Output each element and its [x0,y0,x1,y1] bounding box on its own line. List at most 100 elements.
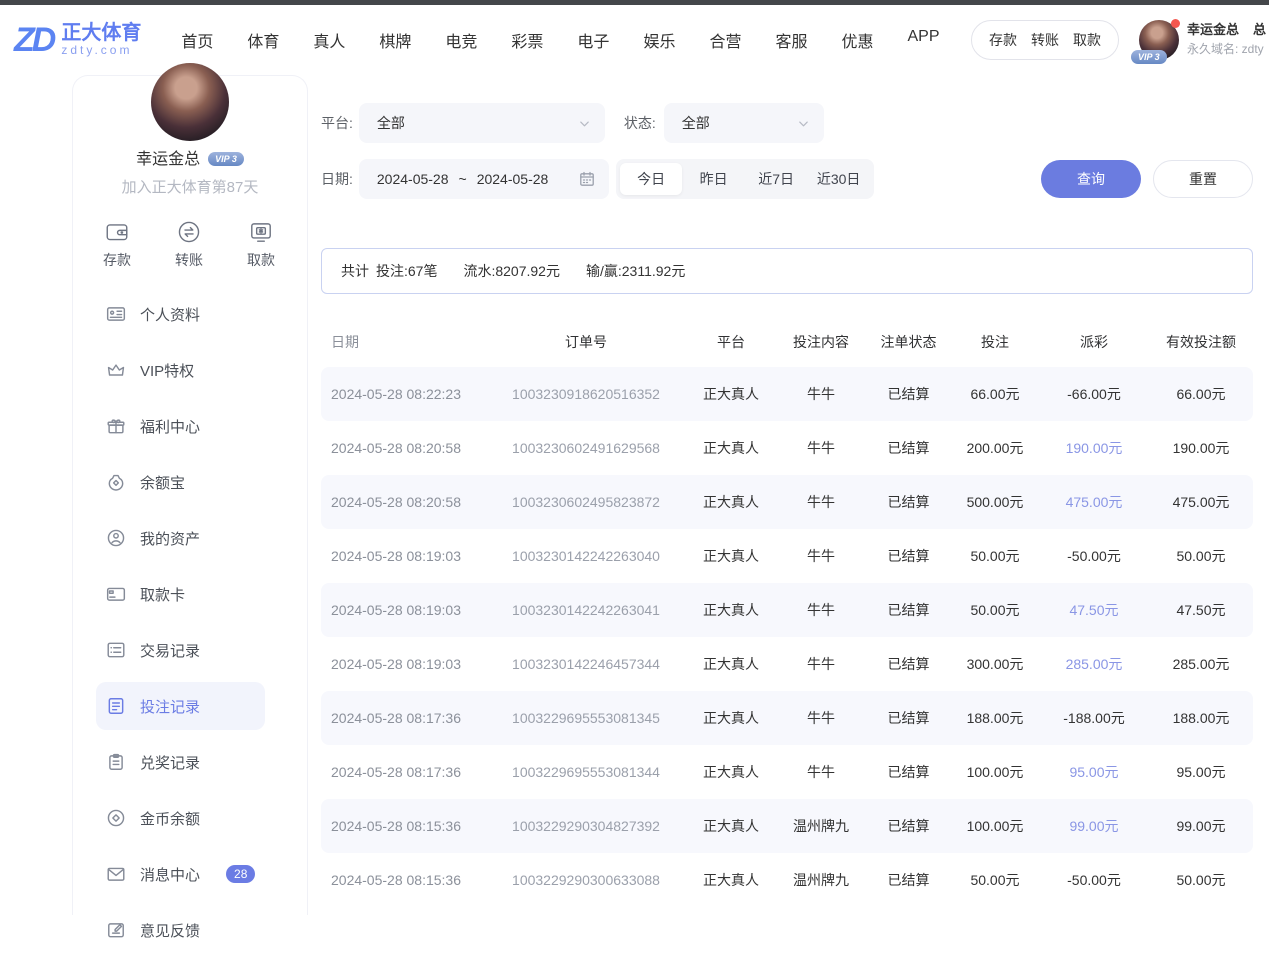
sidebar-item-profile[interactable]: 个人资料 [73,286,307,342]
sidebar-item-label: 意见反馈 [140,920,200,941]
sidebar-item-label: 个人资料 [140,304,200,325]
cell-platform: 正大真人 [686,600,776,620]
nav-item-app[interactable]: APP [908,28,940,52]
cell-valid: 188.00元 [1149,708,1253,728]
sidebar-menu: 个人资料 VIP特权 福利中心 余额宝 我的资产 取款卡 交易记录 投注记录 [73,286,307,958]
range-30days-button[interactable]: 近30日 [807,163,870,195]
cell-status: 已结算 [866,438,951,458]
nav-item-entertainment[interactable]: 娱乐 [643,28,675,52]
cell-bet: 100.00元 [951,816,1039,836]
cell-status: 已结算 [866,708,951,728]
profile-avatar[interactable] [151,63,229,141]
cell-platform: 正大真人 [686,762,776,782]
sidebar-item-welfare[interactable]: 福利中心 [73,398,307,454]
cell-bet: 188.00元 [951,708,1039,728]
nav-item-electronic[interactable]: 电子 [577,28,609,52]
site-logo[interactable]: ZD 正大体育 zdty.com [14,22,141,57]
notification-dot [1171,19,1180,28]
cell-bet: 100.00元 [951,762,1039,782]
status-select[interactable]: 全部 [664,103,824,143]
col-platform: 平台 [686,332,776,352]
cell-order: 1003230602495823872 [486,494,686,510]
query-button[interactable]: 查询 [1041,160,1141,198]
sidebar-item-assets[interactable]: 我的资产 [73,510,307,566]
cell-payout: 47.50元 [1039,600,1149,620]
sidebar-item-redeem-records[interactable]: 兑奖记录 [73,734,307,790]
cell-status: 已结算 [866,816,951,836]
nav-item-joint[interactable]: 合营 [709,28,741,52]
withdraw-button[interactable]: 取款 [239,219,283,270]
sidebar-item-bet-records[interactable]: 投注记录 [96,682,265,730]
main-content: 平台: 全部 状态: 全部 日期: 2024-05-28 ~ 2024-05-2… [321,75,1253,907]
sidebar-item-label: 投注记录 [140,696,200,717]
sidebar-item-yuebao[interactable]: 余额宝 [73,454,307,510]
sidebar-item-messages[interactable]: 消息中心 28 [73,846,307,902]
sidebar-item-vip[interactable]: VIP特权 [73,342,307,398]
header-user[interactable]: VIP 3 幸运金总总 永久域名: zdty [1139,20,1269,60]
cell-order: 1003229695553081344 [486,764,686,780]
date-to: 2024-05-28 [477,171,549,187]
id-card-icon [106,304,126,324]
platform-value: 全部 [377,113,578,133]
nav-item-service[interactable]: 客服 [775,28,807,52]
range-yesterday-button[interactable]: 昨日 [682,163,745,195]
vip-badge: VIP 3 [1131,50,1167,64]
sidebar-quick-actions: 存款 转账 取款 [73,219,307,270]
cell-payout: 99.00元 [1039,816,1149,836]
date-range-input[interactable]: 2024-05-28 ~ 2024-05-28 [359,159,609,199]
nav-item-chess[interactable]: 棋牌 [379,28,411,52]
nav-item-esports[interactable]: 电竞 [445,28,477,52]
col-date: 日期 [321,332,486,352]
sidebar-item-feedback[interactable]: 意见反馈 [73,902,307,958]
summary-total-label: 共计 [341,261,369,281]
date-separator: ~ [459,171,467,187]
transfer-link[interactable]: 转账 [1031,30,1059,50]
sidebar-item-label: 消息中心 [140,864,200,885]
table-row: 2024-05-28 08:20:58 1003230602491629568 … [321,421,1253,475]
transfer-icon [176,219,202,245]
deposit-button[interactable]: 存款 [95,219,139,270]
calendar-icon[interactable] [579,171,595,187]
summary-turnover: 流水:8207.92元 [463,261,560,281]
summary-winloss: 输/赢:2311.92元 [586,261,685,281]
table-row: 2024-05-28 08:15:36 1003229290304827392 … [321,799,1253,853]
nav-item-promo[interactable]: 优惠 [841,28,873,52]
sidebar-item-label: 兑奖记录 [140,752,200,773]
coin-icon [106,808,126,828]
sidebar-item-coin-balance[interactable]: 金币余额 [73,790,307,846]
cell-order: 1003230142242263041 [486,602,686,618]
withdraw-link[interactable]: 取款 [1073,30,1101,50]
nav-item-home[interactable]: 首页 [181,28,213,52]
nav-item-sports[interactable]: 体育 [247,28,279,52]
range-today-button[interactable]: 今日 [620,163,683,195]
transfer-button[interactable]: 转账 [167,219,211,270]
header-username: 幸运金总总 [1187,20,1266,40]
cell-date: 2024-05-28 08:19:03 [321,602,486,618]
sidebar-item-transactions[interactable]: 交易记录 [73,622,307,678]
cell-date: 2024-05-28 08:19:03 [321,656,486,672]
reset-button[interactable]: 重置 [1153,160,1253,198]
sidebar-item-label: 福利中心 [140,416,200,437]
withdraw-icon [248,219,274,245]
site-title: 正大体育 [61,22,141,44]
cell-status: 已结算 [866,492,951,512]
nav-item-lottery[interactable]: 彩票 [511,28,543,52]
cell-status: 已结算 [866,870,951,890]
table-row: 2024-05-28 08:19:03 1003230142246457344 … [321,637,1253,691]
bet-records-icon [106,696,126,716]
col-bet: 投注 [951,332,1039,352]
col-valid: 有效投注额 [1149,332,1253,352]
cell-bet: 66.00元 [951,384,1039,404]
table-row: 2024-05-28 08:19:03 1003230142242263040 … [321,529,1253,583]
deposit-link[interactable]: 存款 [989,30,1017,50]
table-row: 2024-05-28 08:20:58 1003230602495823872 … [321,475,1253,529]
cell-payout: 475.00元 [1039,492,1149,512]
sidebar-item-label: VIP特权 [140,360,194,381]
range-7days-button[interactable]: 近7日 [745,163,808,195]
sidebar-item-withdraw-card[interactable]: 取款卡 [73,566,307,622]
nav-item-live[interactable]: 真人 [313,28,345,52]
cell-platform: 正大真人 [686,870,776,890]
platform-select[interactable]: 全部 [359,103,605,143]
col-payout: 派彩 [1039,332,1149,352]
filter-row-2: 日期: 2024-05-28 ~ 2024-05-28 今日 昨日 近7日 近3… [321,159,1253,199]
